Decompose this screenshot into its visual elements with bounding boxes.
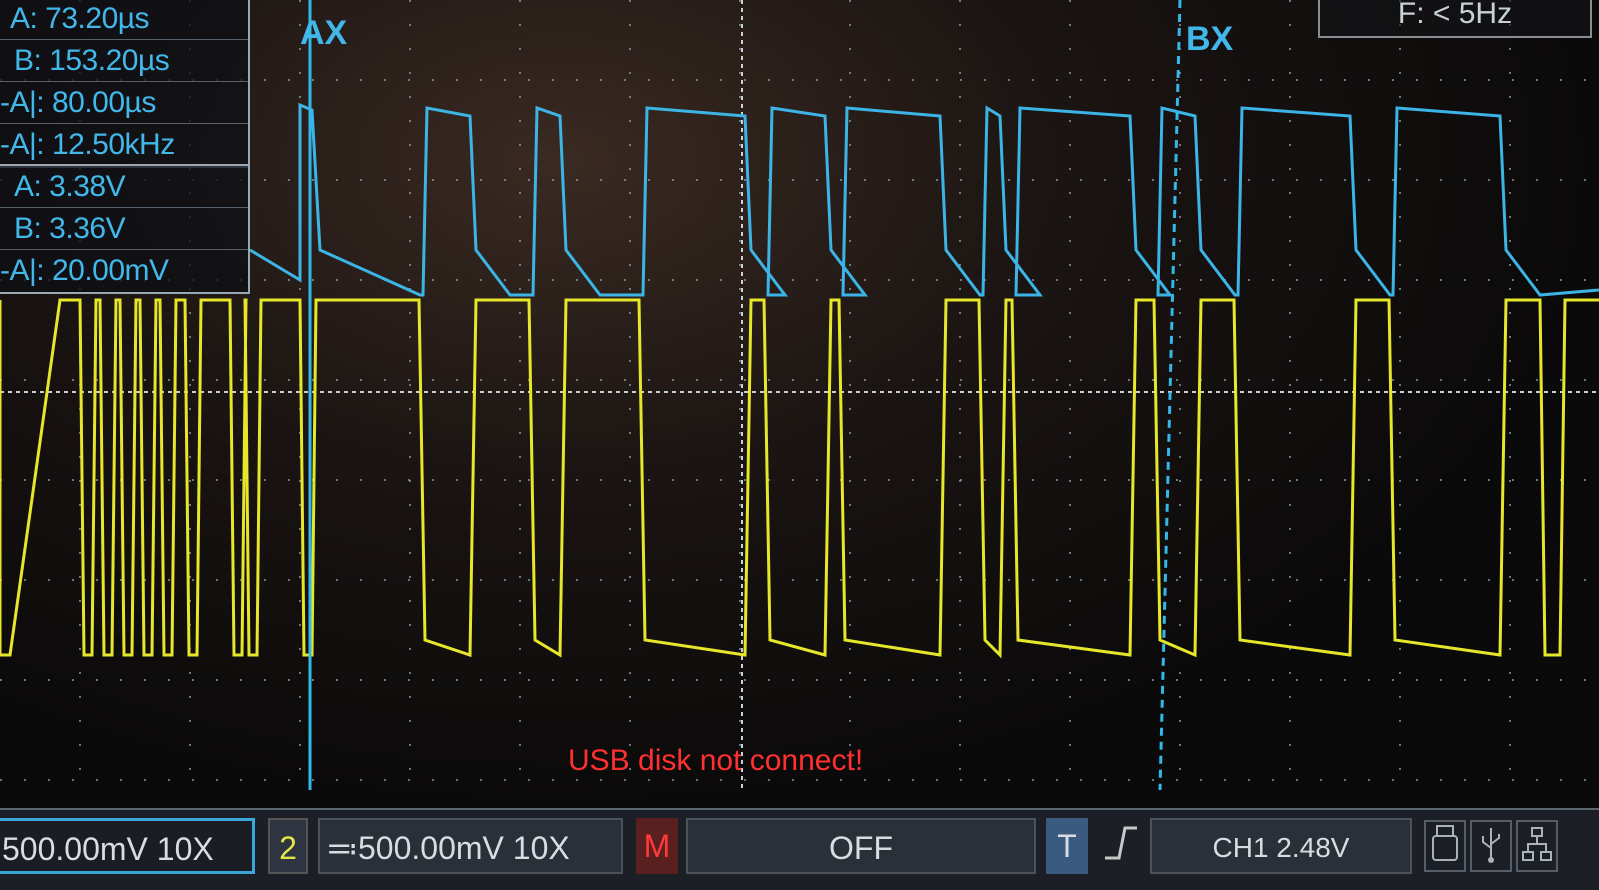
cursor-b-voltage: B: 3.36V [0,208,248,250]
status-bar: 500.00mV 10X 2 ≕500.00mV 10X M OFF T CH1… [0,808,1599,890]
math-indicator[interactable]: M [636,818,678,874]
cursor-a-time: A: 73.20µs [0,0,248,40]
cursor-a-label: AX [300,14,348,52]
trigger-info[interactable]: CH1 2.48V [1150,818,1412,874]
usb-warning-message: USB disk not connect! [568,744,864,777]
rising-edge-icon [1098,818,1144,874]
ch1-waveform [0,298,1599,659]
cursor-frequency: -A|: 12.50kHz [0,128,175,161]
channel-1-trace [0,298,1599,659]
scope-screen: A: 73.20µs B: 153.20µs -A|: 80.00µs -A|:… [0,0,1599,808]
ch1-scale[interactable]: 500.00mV 10X [0,818,255,874]
math-state[interactable]: OFF [686,818,1036,874]
cursor-delta-time: -A|: 80.00µs [0,82,248,124]
cursor-delta-voltage: -A|: 20.00mV [0,254,169,287]
cursor-b-time: B: 153.20µs [0,40,248,82]
voltage-cursor-panel: A: 3.38V B: 3.36V -A|: 20.00mV [0,164,250,294]
ch2-scale[interactable]: ≕500.00mV 10X [318,818,623,874]
ch2-indicator[interactable]: 2 [268,818,308,874]
network-icon [1516,820,1558,872]
frequency-readout: F: < 5Hz [1318,0,1592,38]
channel-2-trace [249,102,1599,297]
trigger-indicator[interactable]: T [1046,818,1088,874]
usb-icon [1470,820,1512,872]
usb-disk-icon [1424,820,1466,872]
cursor-a-voltage: A: 3.38V [0,166,248,208]
ch2-waveform [249,102,1599,297]
cursor-b-label: BX [1186,20,1234,58]
time-cursor-panel: A: 73.20µs B: 153.20µs -A|: 80.00µs -A|:… [0,0,250,168]
